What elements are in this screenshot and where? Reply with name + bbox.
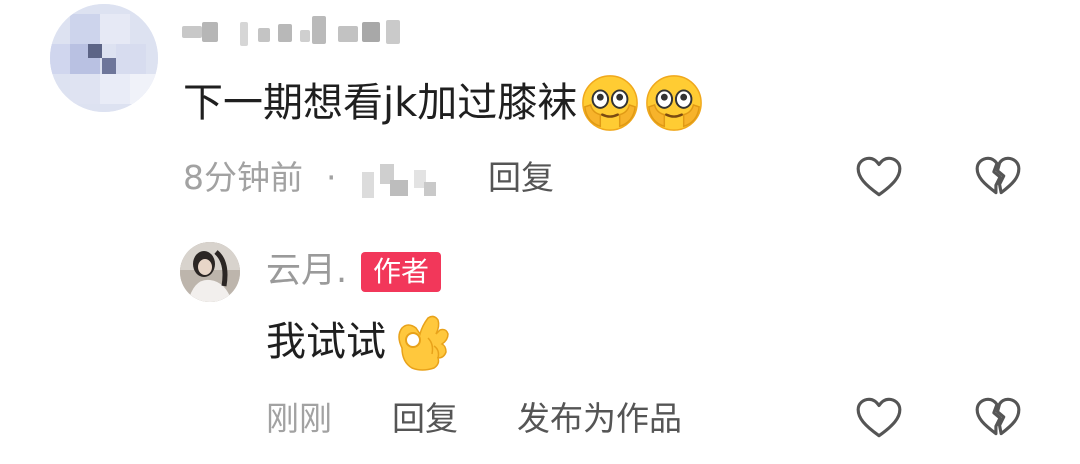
reply-button[interactable]: 回复 (488, 156, 554, 200)
heart-icon[interactable] (854, 152, 904, 202)
commenter-location (362, 164, 442, 198)
reply-timestamp: 刚刚 (266, 399, 332, 438)
comment-body: 下一期想看jk加过膝袜 (183, 72, 705, 134)
meta-separator: · (326, 158, 337, 197)
author-name[interactable]: 云月. (266, 247, 347, 295)
peeking-face-emoji-icon (582, 75, 639, 131)
comment-thread: 下一期想看jk加过膝袜 8分钟前 · 回复 云月. 作者 我试试 刚刚 回复 发… (0, 0, 1080, 464)
ok-hand-emoji-icon (398, 315, 449, 371)
reply-button[interactable]: 回复 (392, 397, 458, 441)
commenter-avatar[interactable] (50, 4, 158, 112)
reply-text: 我试试 (266, 319, 386, 365)
publish-as-work-button[interactable]: 发布为作品 (517, 397, 682, 441)
author-avatar[interactable] (180, 242, 240, 302)
author-badge: 作者 (361, 252, 442, 292)
reply-body: 我试试 (266, 310, 452, 374)
peeking-face-emoji-icon (646, 75, 703, 131)
broken-heart-icon[interactable] (973, 152, 1023, 202)
comment-timestamp: 8分钟前 (183, 158, 303, 197)
comment-text: 下一期想看jk加过膝袜 (183, 80, 578, 126)
commenter-username[interactable] (182, 12, 422, 48)
heart-icon[interactable] (854, 393, 904, 443)
broken-heart-icon[interactable] (973, 393, 1023, 443)
